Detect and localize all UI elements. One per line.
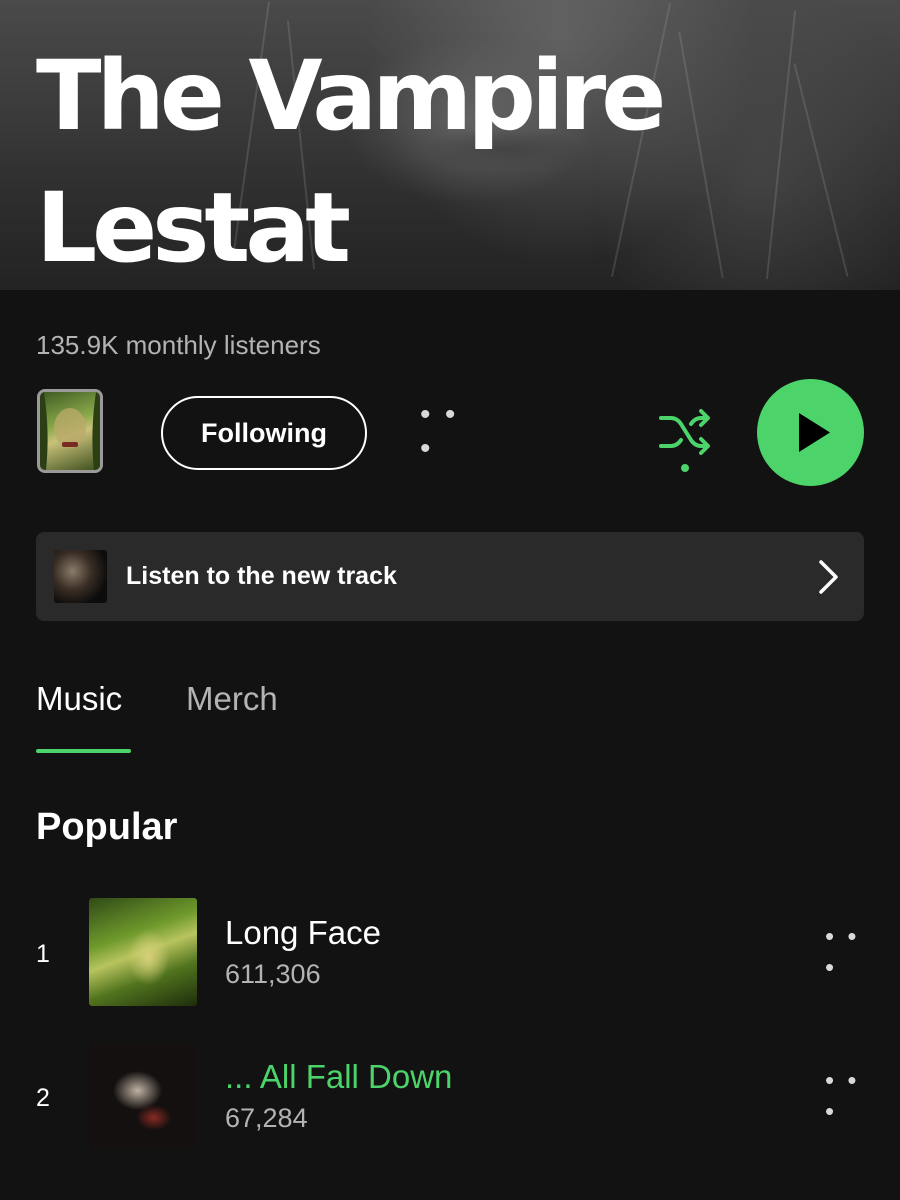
track-title: Long Face — [225, 914, 381, 951]
active-tab-indicator — [36, 749, 131, 753]
track-more-button[interactable]: • • • — [825, 1065, 869, 1126]
tab-merch[interactable]: Merch — [186, 680, 278, 718]
new-track-thumbnail — [54, 550, 107, 603]
new-track-banner[interactable]: Listen to the new track — [36, 532, 864, 621]
header-photo-detail — [765, 10, 797, 280]
popular-heading: Popular — [36, 806, 178, 848]
header-photo-detail — [678, 31, 724, 279]
following-button[interactable]: Following — [161, 396, 367, 470]
track-more-button[interactable]: • • • — [825, 921, 869, 982]
shuffle-icon — [659, 409, 710, 472]
track-play-count: 611,306 — [225, 959, 321, 989]
tab-music[interactable]: Music — [36, 680, 122, 718]
track-play-count: 67,284 — [225, 1103, 308, 1133]
monthly-listeners: 135.9K monthly listeners — [36, 330, 321, 360]
header-photo-detail — [793, 63, 849, 277]
artist-header-image: The Vampire Lestat — [0, 0, 900, 290]
new-track-label: Listen to the new track — [126, 562, 397, 590]
avatar-image — [40, 392, 100, 470]
track-rank: 1 — [36, 940, 50, 968]
track-row[interactable]: 2 ... All Fall Down 67,284 • • • — [0, 1042, 900, 1152]
more-options-button[interactable]: • • • — [420, 398, 476, 465]
track-cover — [89, 1042, 197, 1150]
play-icon — [799, 413, 830, 452]
track-cover — [89, 898, 197, 1006]
more-icon: • • • — [420, 398, 459, 465]
more-icon: • • • — [825, 921, 860, 982]
shuffle-button[interactable] — [655, 404, 717, 476]
artist-avatar[interactable] — [37, 389, 103, 473]
play-button[interactable] — [757, 379, 864, 486]
track-row[interactable]: 1 Long Face 611,306 • • • — [0, 898, 900, 1008]
track-title: ... All Fall Down — [225, 1058, 453, 1095]
artist-name: The Vampire Lestat — [36, 40, 666, 284]
chevron-right-icon — [819, 560, 838, 594]
more-icon: • • • — [825, 1065, 860, 1126]
track-rank: 2 — [36, 1084, 50, 1112]
